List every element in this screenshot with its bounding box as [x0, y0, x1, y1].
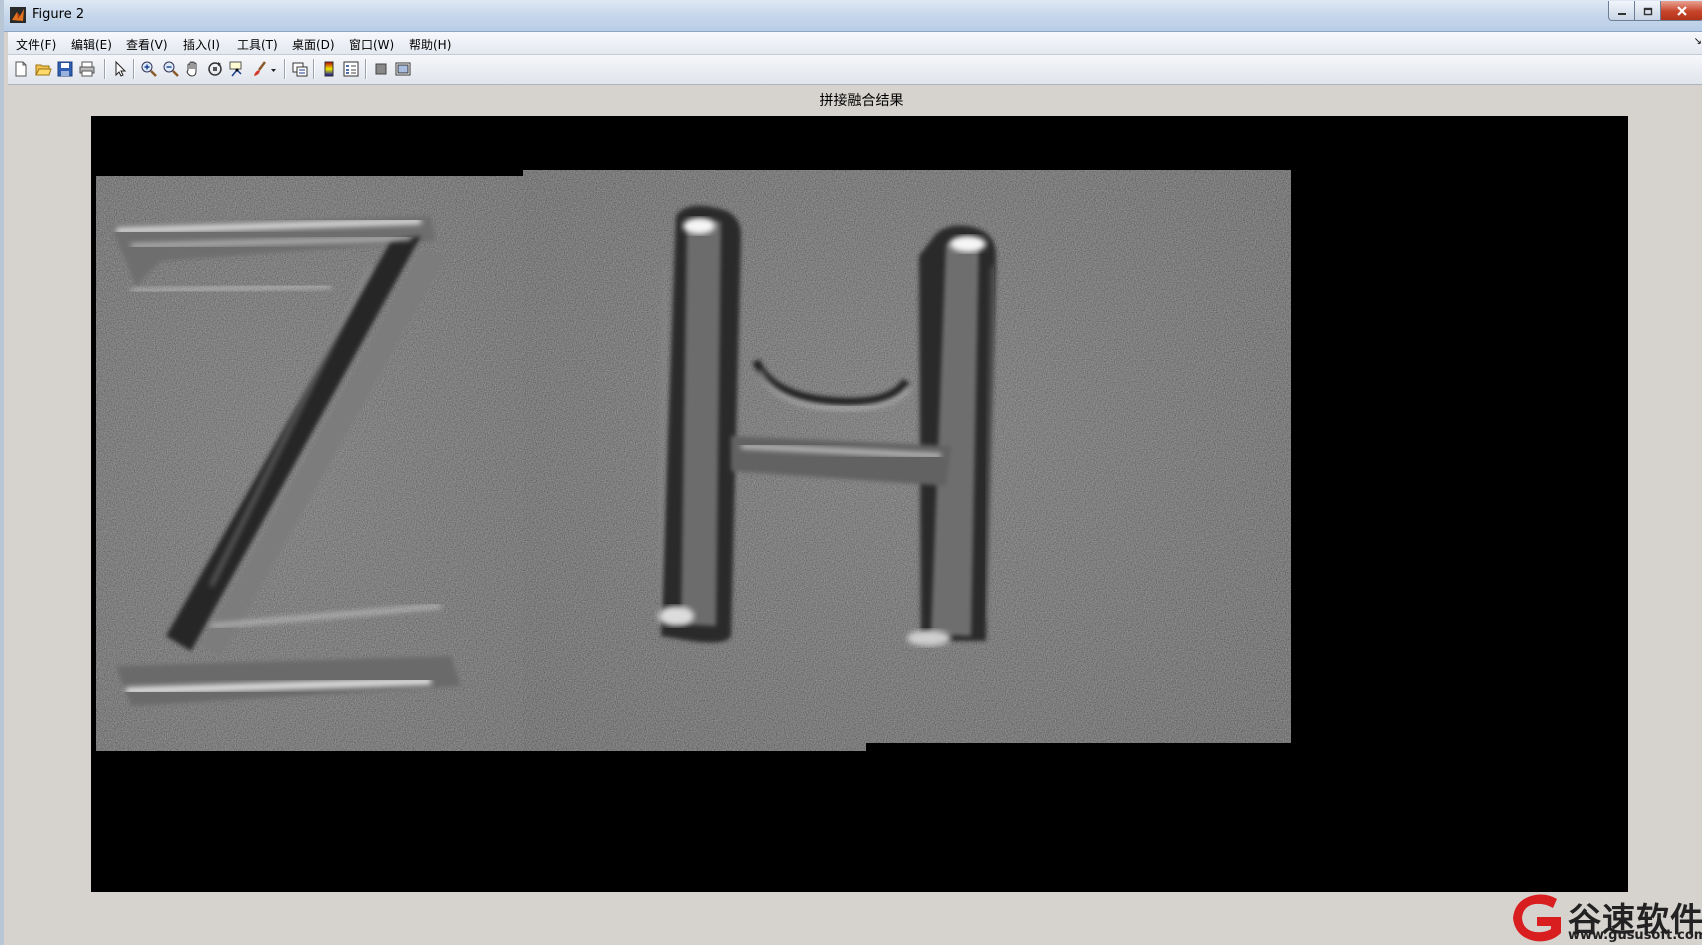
new-figure-icon[interactable] — [12, 60, 30, 78]
maximize-button[interactable] — [1634, 1, 1661, 21]
toolbar-separator — [104, 59, 106, 79]
menu-insert[interactable]: 插入(I) — [183, 36, 220, 53]
toolbar-separator — [284, 59, 286, 79]
minimize-icon — [1617, 12, 1626, 15]
link-plot-icon[interactable] — [291, 60, 309, 78]
plot-title: 拼接融合结果 — [819, 93, 904, 109]
restore-icon — [1643, 7, 1652, 15]
figure-window: Figure 2 文件(F) 编辑(E) 查看(V) 插入(I) 工具(T) 桌… — [0, 0, 1702, 945]
toolbar-separator — [365, 59, 367, 79]
image-axes[interactable] — [91, 116, 1628, 892]
toolbar-separator — [133, 59, 135, 79]
print-icon[interactable] — [78, 60, 96, 78]
close-button[interactable] — [1660, 1, 1702, 21]
close-icon — [1677, 5, 1687, 16]
save-icon[interactable] — [56, 60, 74, 78]
zoom-in-icon[interactable] — [140, 60, 158, 78]
brush-icon[interactable] — [251, 60, 269, 78]
brush-dropdown-arrow-icon[interactable] — [269, 60, 278, 78]
insert-colorbar-icon[interactable] — [320, 60, 338, 78]
gususoft-logo-icon — [1513, 894, 1561, 942]
toolbar-separator — [313, 59, 315, 79]
watermark-url: www.gususoft.com — [1568, 928, 1702, 943]
data-cursor-icon[interactable] — [228, 60, 246, 78]
figure-toolbar — [8, 55, 1702, 85]
gususoft-watermark: 谷速软件 www.gususoft.com — [1507, 891, 1702, 945]
figure-canvas: 拼接融合结果 — [8, 85, 1702, 945]
window-title: Figure 2 — [32, 7, 85, 22]
open-file-icon[interactable] — [34, 60, 52, 78]
menu-tools[interactable]: 工具(T) — [237, 36, 278, 53]
minimize-button[interactable] — [1608, 1, 1635, 21]
show-plot-tools-icon[interactable] — [394, 60, 412, 78]
menu-edit[interactable]: 编辑(E) — [71, 36, 112, 53]
menu-window[interactable]: 窗口(W) — [349, 36, 394, 53]
pan-hand-icon[interactable] — [184, 60, 202, 78]
edit-plot-arrow-icon[interactable] — [111, 60, 129, 78]
menu-help[interactable]: 帮助(H) — [409, 36, 451, 53]
zoom-out-icon[interactable] — [162, 60, 180, 78]
hide-plot-tools-icon[interactable] — [372, 60, 390, 78]
rotate-3d-icon[interactable] — [206, 60, 224, 78]
menu-desktop[interactable]: 桌面(D) — [292, 36, 335, 53]
insert-legend-icon[interactable] — [342, 60, 360, 78]
menu-view[interactable]: 查看(V) — [126, 36, 168, 53]
stitched-image — [96, 170, 1291, 751]
menu-file[interactable]: 文件(F) — [16, 36, 56, 53]
menubar-dock-arrow-icon[interactable]: ↘ — [1694, 36, 1702, 47]
menu-bar: 文件(F) 编辑(E) 查看(V) 插入(I) 工具(T) 桌面(D) 窗口(W… — [8, 32, 1702, 55]
title-bar[interactable]: Figure 2 — [4, 0, 1702, 32]
matlab-logo-icon — [10, 7, 26, 23]
